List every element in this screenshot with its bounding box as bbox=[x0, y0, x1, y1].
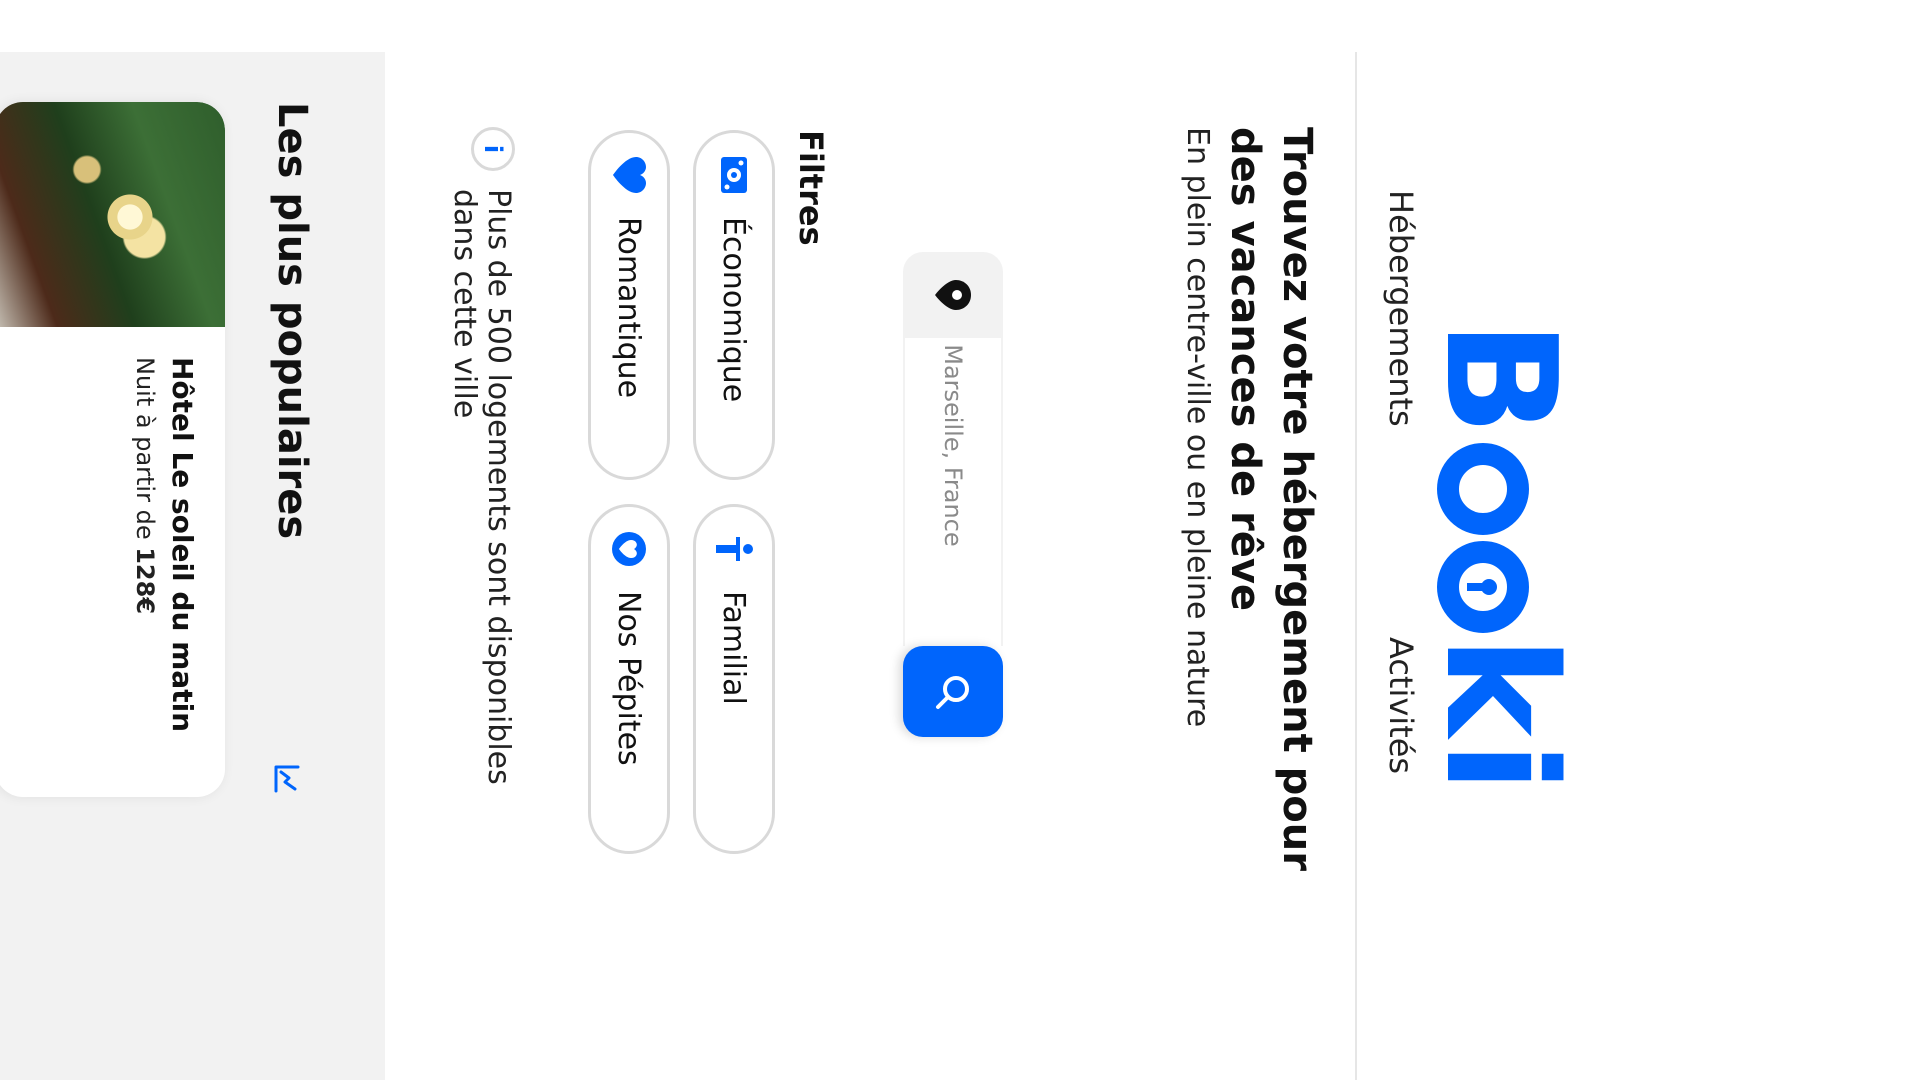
page-frame: B k i Hébergements Activités Trouvez vot… bbox=[0, 52, 1589, 1080]
search-icon bbox=[936, 675, 969, 709]
search-button[interactable] bbox=[903, 646, 1003, 737]
popular-section: Les plus populaires Hôtel Le soleil du m… bbox=[0, 52, 385, 1080]
filter-chip-nos-pepites[interactable]: Nos Pépites bbox=[588, 504, 670, 854]
hero-title: Trouvez votre hébergement pour des vacan… bbox=[1222, 127, 1320, 871]
site-header: B k i Hébergements Activités bbox=[1355, 52, 1589, 1080]
hotel-price-prefix: Nuit à partir de bbox=[131, 357, 159, 548]
nav-hebergements[interactable]: Hébergements bbox=[1382, 190, 1420, 427]
filter-chip-label: Économique bbox=[716, 217, 752, 403]
info-text: Plus de 500 logements sont disponibles d… bbox=[447, 189, 516, 785]
gem-icon bbox=[609, 529, 649, 569]
logo-letter-i: i bbox=[1412, 740, 1589, 798]
hotel-price-line: Nuit à partir de 128€ bbox=[131, 357, 159, 614]
child-icon bbox=[714, 529, 754, 569]
hotel-price: 128€ bbox=[131, 547, 159, 615]
filters-title: Filtres bbox=[792, 130, 830, 246]
filter-chip-label: Familial bbox=[716, 591, 752, 705]
location-pin-glyph bbox=[935, 280, 971, 311]
header-divider bbox=[1355, 52, 1357, 1080]
hero-subtitle: En plein centre-ville ou en pleine natur… bbox=[1180, 127, 1215, 728]
location-pin-icon bbox=[903, 252, 1003, 339]
filter-chip-economique[interactable]: Économique bbox=[693, 130, 775, 480]
hotel-image bbox=[0, 102, 225, 327]
heart-icon bbox=[609, 155, 649, 195]
filter-chip-familial[interactable]: Familial bbox=[693, 504, 775, 854]
popular-title: Les plus populaires bbox=[269, 102, 315, 540]
filter-chip-label: Romantique bbox=[611, 217, 647, 399]
nav-activites[interactable]: Activités bbox=[1382, 637, 1420, 774]
money-icon bbox=[714, 155, 754, 195]
logo-letter-k: k bbox=[1412, 635, 1589, 741]
trending-icon bbox=[274, 765, 300, 793]
screen: B k i Hébergements Activités Trouvez vot… bbox=[0, 0, 1920, 1080]
info-icon: i bbox=[471, 127, 515, 171]
logo-letter-o-keyhole bbox=[1437, 540, 1529, 633]
hotel-name: Hôtel Le soleil du matin bbox=[166, 357, 199, 733]
info-row: i Plus de 500 logements sont disponibles… bbox=[447, 127, 516, 847]
booki-logo[interactable]: B k i bbox=[1412, 320, 1589, 798]
logo-letter-b: B bbox=[1412, 320, 1589, 440]
search-bar bbox=[903, 252, 1003, 737]
search-input[interactable] bbox=[903, 338, 1003, 647]
filter-chip-romantique[interactable]: Romantique bbox=[588, 130, 670, 480]
filter-chip-label: Nos Pépites bbox=[611, 591, 647, 766]
logo-letter-o bbox=[1437, 442, 1529, 535]
chandelier-decoration bbox=[95, 182, 165, 252]
hotel-card[interactable]: Hôtel Le soleil du matin Nuit à partir d… bbox=[0, 102, 225, 797]
